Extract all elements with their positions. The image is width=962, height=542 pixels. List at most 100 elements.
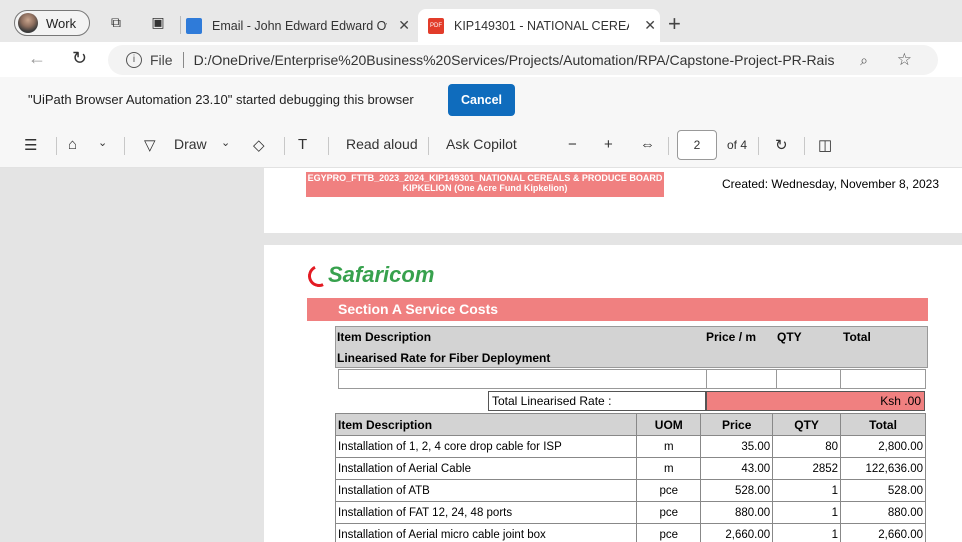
tab-pdf[interactable]: PDF KIP149301 - NATIONAL CEREALS ✕ [418,9,660,42]
cell-description: Installation of 1, 2, 4 core drop cable … [334,435,638,458]
highlight-icon[interactable]: ⌂ [68,136,77,153]
info-icon[interactable]: i [126,52,142,68]
items-table: Item Description UOM Price QTY Total Ins… [334,413,926,542]
new-tab-icon[interactable]: + [668,11,681,37]
cell-qty: 1 [772,523,842,542]
favorite-star-icon[interactable]: ☆ [897,50,912,70]
divider [758,137,759,155]
tab-pdf-title: KIP149301 - NATIONAL CEREALS [454,18,629,33]
rotate-icon[interactable]: ↻ [775,136,788,154]
linearised-subhead: Linearised Rate for Fiber Deployment [337,351,551,365]
zoom-icon[interactable]: ⌕ [860,52,868,69]
divider [328,137,329,155]
pdf-page-1: EGYPRO_FTTB_2023_2024_KIP149301_NATIONAL… [264,168,962,233]
cell-total: 2,660.00 [840,523,926,542]
divider [284,137,285,155]
draw-icon[interactable]: ▽ [144,136,156,154]
refresh-icon[interactable]: ↻ [72,48,87,69]
divider [428,137,429,155]
avatar [18,13,38,33]
cell-qty: 1 [772,479,842,502]
profile-label: Work [46,15,77,31]
back-arrow-icon[interactable]: ← [28,48,46,69]
cell-price: 2,660.00 [700,523,774,542]
total-linearised-label: Total Linearised Rate : [488,391,706,411]
cell-total: 528.00 [840,479,926,502]
cell-uom: pce [636,479,702,502]
table-row: Installation of 1, 2, 4 core drop cable … [334,435,926,458]
table-row: Installation of ATB pce 528.00 1 528.00 [334,479,926,502]
cell-uom: m [636,457,702,480]
header-item-description: Item Description [334,413,638,436]
divider [804,137,805,155]
draw-button[interactable]: Draw [174,136,207,152]
cell-uom: m [636,435,702,458]
tab-actions-icon[interactable]: ▣ [150,14,166,30]
cell-description: Installation of Aerial micro cable joint… [334,523,638,542]
address-bar: ← ↻ i File D:/OneDrive/Enterprise%20Busi… [0,42,962,110]
total-linearised-value: Ksh .00 [706,391,925,411]
col-item-description: Item Description [337,330,432,344]
divider [56,137,57,155]
cell-price: 880.00 [700,501,774,524]
cancel-button[interactable]: Cancel [448,84,515,116]
safaricom-logo: Safaricom [304,259,466,291]
header-qty: QTY [772,413,842,436]
cell-total: 880.00 [840,501,926,524]
url-text[interactable]: D:/OneDrive/Enterprise%20Business%20Serv… [194,52,834,68]
table-row: Installation of Aerial micro cable joint… [334,523,926,542]
chevron-down-icon[interactable]: ⌄ [221,136,230,149]
pdf-icon: PDF [428,17,444,34]
pdf-page-2: Safaricom Section A Service Costs Item D… [264,245,962,542]
cell-qty: 1 [772,501,842,524]
text-box-icon[interactable]: T [298,136,307,153]
col-total: Total [843,330,871,344]
contents-icon[interactable]: ☰ [24,136,37,154]
workspaces-icon[interactable]: ⧉ [108,14,124,30]
col-price-per-m: Price / m [706,330,757,344]
cell-qty: 2852 [772,457,842,480]
header-total: Total [840,413,926,436]
header-banner: EGYPRO_FTTB_2023_2024_KIP149301_NATIONAL… [306,172,664,197]
divider [124,137,125,155]
tab-email-title: Email - John Edward Edward Ow [212,18,387,33]
divider [668,137,669,155]
close-icon[interactable]: ✕ [644,17,656,34]
cell-description: Installation of ATB [334,479,638,502]
section-title: Section A Service Costs [307,298,928,321]
eraser-icon[interactable]: ◇ [253,136,265,154]
table-header-row: Item Description UOM Price QTY Total [334,413,926,436]
fit-width-icon[interactable]: ⇔ [640,136,655,153]
cell-price: 43.00 [700,457,774,480]
outlook-icon [186,17,202,34]
chevron-down-icon[interactable]: ⌄ [98,136,107,149]
ask-copilot-button[interactable]: Ask Copilot [446,136,517,152]
created-date: Created: Wednesday, November 8, 2023 [722,177,940,191]
cell-description: Installation of FAT 12, 24, 48 ports [334,501,638,524]
cell-uom: pce [636,523,702,542]
debug-infobar: "UiPath Browser Automation 23.10" starte… [0,77,962,122]
scheme-label: File [150,52,173,68]
close-icon[interactable]: ✕ [398,17,410,34]
tab-separator [180,16,181,34]
read-aloud-button[interactable]: Read aloud [346,136,418,152]
cell-uom: pce [636,501,702,524]
tab-bar: Work ⧉ ▣ Email - John Edward Edward Ow ✕… [0,0,962,42]
pdf-viewer[interactable]: EGYPRO_FTTB_2023_2024_KIP149301_NATIONAL… [0,168,962,542]
tab-email[interactable]: Email - John Edward Edward Ow ✕ [186,9,414,42]
url-field[interactable]: i File D:/OneDrive/Enterprise%20Business… [108,45,938,75]
cell-total: 2,800.00 [840,435,926,458]
zoom-out-icon[interactable]: − [568,136,577,153]
divider [182,52,184,68]
cell-qty: 80 [772,435,842,458]
page-view-icon[interactable]: ◫ [818,136,832,154]
debug-message: "UiPath Browser Automation 23.10" starte… [28,92,414,107]
zoom-in-icon[interactable]: + [604,136,613,153]
header-uom: UOM [636,413,702,436]
cell-description: Installation of Aerial Cable [334,457,638,480]
cell-price: 528.00 [700,479,774,502]
cell-price: 35.00 [700,435,774,458]
table-row: Installation of FAT 12, 24, 48 ports pce… [334,501,926,524]
profile-button[interactable]: Work [14,10,90,36]
page-number-input[interactable]: 2 [677,130,717,160]
